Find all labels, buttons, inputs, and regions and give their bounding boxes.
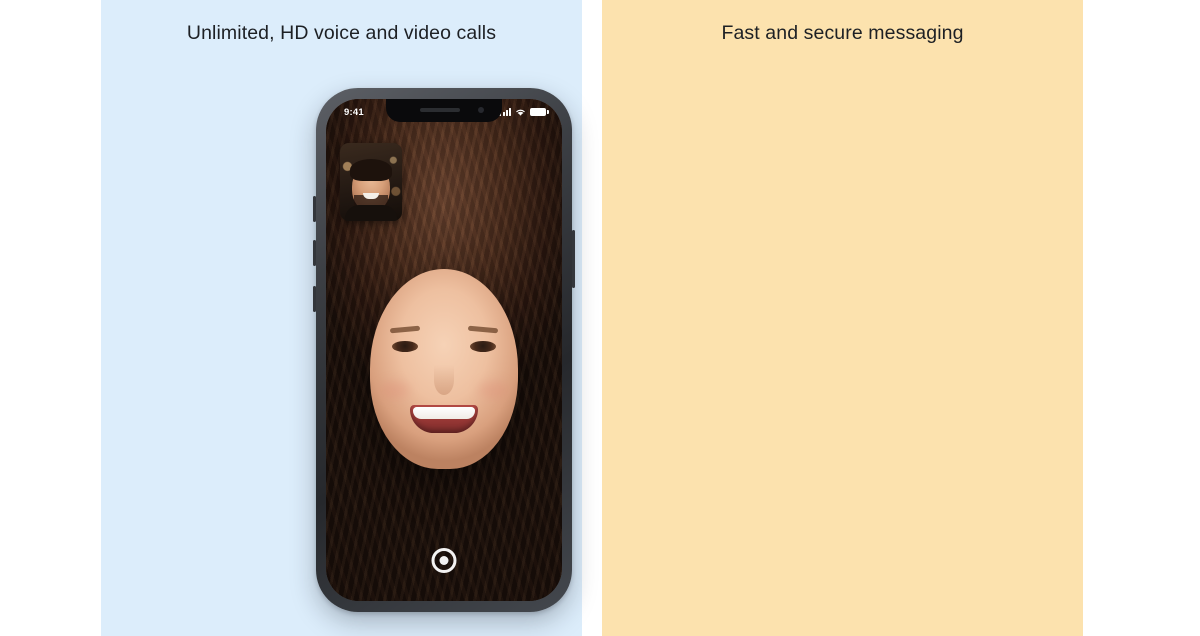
wifi-icon [516,109,525,116]
video-call-screen: 9:41 [326,99,562,601]
nose [434,365,454,395]
camera-switch-button[interactable] [431,548,457,573]
cheek-left [380,381,410,399]
panel-right-title: Fast and secure messaging [721,22,964,44]
smiling-mouth [410,405,478,433]
brow-left [389,325,421,334]
eye-right [470,341,496,352]
status-time: 9:41 [344,106,364,118]
phone-notch [386,99,502,122]
self-view-torso [345,205,397,221]
phone-mockup-video-call: 9:41 [313,88,575,612]
eye-left [392,341,418,352]
camera-switch-icon [439,556,449,565]
panel-messaging: Fast and secure messaging 9:41 [602,0,1083,636]
self-view-pip[interactable] [340,143,402,221]
panel-video-calls: Unlimited, HD voice and video calls 9:41 [101,0,582,636]
teeth [413,407,475,419]
front-camera-icon [478,107,484,113]
remote-participant-face [370,269,518,469]
brow-right [467,325,499,334]
earpiece-speaker [420,108,460,112]
cheek-right [478,381,508,399]
screenshot-root: Unlimited, HD voice and video calls 9:41… [0,0,1200,636]
status-icons [499,108,549,117]
panel-left-title: Unlimited, HD voice and video calls [186,22,497,44]
phone-screen-video-call: 9:41 [326,99,562,601]
self-view-hair [350,159,392,181]
battery-icon [530,108,549,116]
